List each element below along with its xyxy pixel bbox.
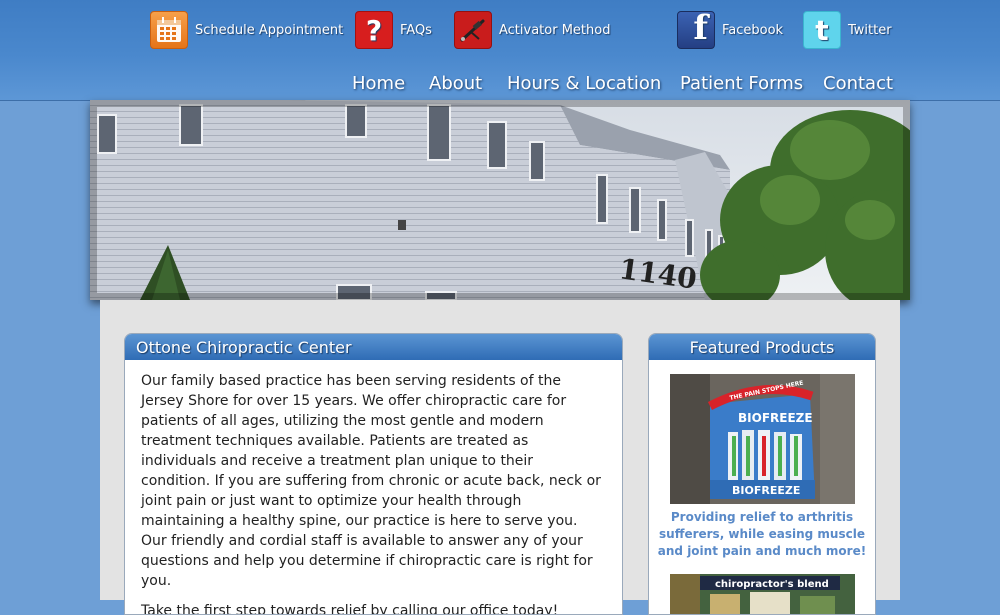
featured-products-title: Featured Products bbox=[649, 334, 875, 360]
faqs-label: FAQs bbox=[400, 22, 432, 38]
facebook-link[interactable]: f Facebook bbox=[677, 8, 784, 50]
about-panel-title: Ottone Chiropractic Center bbox=[125, 334, 622, 360]
nav-home[interactable]: Home bbox=[352, 73, 405, 97]
building-banner-image: 1140 bbox=[90, 100, 910, 300]
nav-contact[interactable]: Contact bbox=[823, 73, 893, 97]
intro-paragraph: Our family based practice has been servi… bbox=[141, 373, 601, 589]
nav-hours-location[interactable]: Hours & Location bbox=[507, 73, 661, 97]
display-brand-bottom: BIOFREEZE bbox=[732, 484, 800, 497]
featured-products-panel: Featured Products THE PAIN STOPS HERE BI… bbox=[648, 333, 876, 615]
calendar-icon bbox=[150, 11, 188, 49]
activator-method-label: Activator Method bbox=[499, 22, 611, 38]
biofreeze-product-image[interactable]: THE PAIN STOPS HERE BIOFREEZE BIOFREEZE bbox=[669, 374, 855, 504]
schedule-appointment-label: Schedule Appointment bbox=[195, 22, 344, 38]
activator-method-link[interactable]: Activator Method bbox=[454, 10, 610, 50]
facebook-icon: f bbox=[677, 8, 715, 49]
biofreeze-caption[interactable]: Providing relief to arthritis sufferers,… bbox=[655, 509, 869, 560]
nav-patient-forms[interactable]: Patient Forms bbox=[680, 73, 803, 97]
twitter-link[interactable]: t Twitter bbox=[803, 10, 892, 50]
call-to-action-paragraph: Take the first step towards relief by ca… bbox=[141, 603, 559, 615]
schedule-appointment-link[interactable]: Schedule Appointment bbox=[150, 10, 343, 50]
question-mark-icon: ? bbox=[355, 11, 393, 49]
faqs-link[interactable]: ? FAQs bbox=[355, 10, 432, 50]
about-panel-body: Our family based practice has been servi… bbox=[125, 360, 622, 615]
site-header: Schedule Appointment ? FAQs Activator Me… bbox=[0, 0, 1000, 101]
nav-about[interactable]: About bbox=[429, 73, 482, 97]
display-brand-top: BIOFREEZE bbox=[738, 411, 813, 425]
about-panel: Ottone Chiropractic Center Our family ba… bbox=[124, 333, 623, 615]
twitter-label: Twitter bbox=[848, 22, 892, 38]
facebook-label: Facebook bbox=[722, 22, 784, 38]
chiropractors-blend-brand: chiropractor's blend bbox=[715, 579, 829, 590]
content-area: Ottone Chiropractic Center Our family ba… bbox=[100, 300, 900, 615]
twitter-icon: t bbox=[803, 11, 841, 49]
activator-tool-icon bbox=[454, 11, 492, 49]
chiropractors-blend-product-image[interactable]: chiropractor's blend bbox=[669, 574, 855, 614]
